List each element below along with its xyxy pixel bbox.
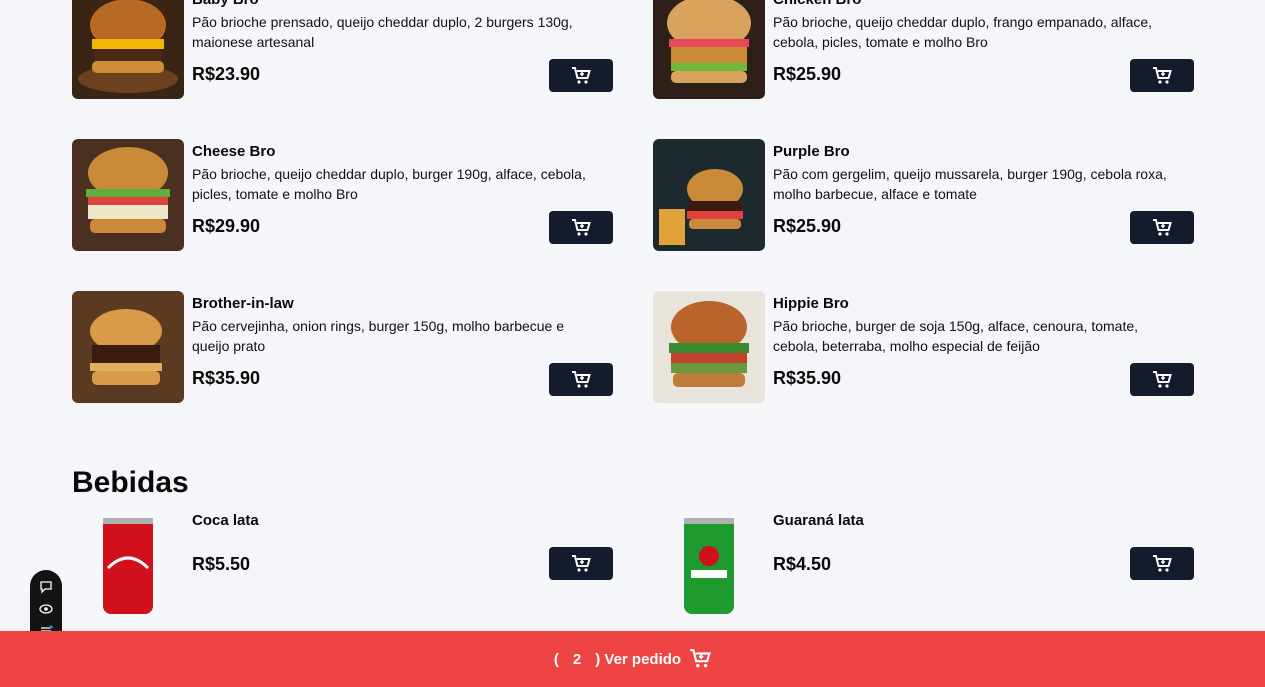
item-price: R$23.90: [192, 64, 261, 84]
menu-item: Coca lata R$5.50: [72, 508, 613, 618]
item-price: R$35.90: [192, 368, 261, 388]
burger-image: [653, 291, 765, 403]
menu-item: Guaraná lata R$4.50: [653, 508, 1194, 618]
item-name: Baby Bro: [192, 0, 259, 8]
item-name: Chicken Bro: [773, 0, 861, 8]
item-price: R$35.90: [773, 368, 842, 388]
add-to-cart-button[interactable]: [1130, 547, 1194, 580]
item-description: Pão brioche, queijo cheddar duplo, frang…: [773, 14, 1153, 50]
view-order-bar[interactable]: ( 2 ) Ver pedido: [0, 631, 1265, 687]
item-price: R$29.90: [192, 216, 261, 236]
order-open-paren: (: [553, 650, 559, 668]
menu-item: Purple Bro Pão com gergelim, queijo muss…: [653, 139, 1194, 251]
view-order-label: ) Ver pedido: [595, 650, 682, 668]
cart-icon: [572, 218, 591, 236]
cart-icon: [690, 649, 711, 668]
item-name: Brother-in-law: [192, 295, 294, 312]
item-price: R$4.50: [773, 554, 832, 574]
burger-image: [653, 0, 765, 99]
add-to-cart-button[interactable]: [1130, 363, 1194, 396]
item-name: Purple Bro: [773, 143, 850, 160]
burger-image: [72, 139, 184, 251]
add-to-cart-button[interactable]: [549, 59, 613, 92]
item-description: Pão brioche, queijo cheddar duplo, burge…: [192, 166, 586, 202]
cart-icon: [1153, 66, 1172, 84]
item-name: Cheese Bro: [192, 143, 276, 160]
cart-icon: [572, 370, 591, 388]
cart-icon: [1153, 218, 1172, 236]
item-price: R$25.90: [773, 64, 842, 84]
drink-image: [653, 508, 765, 620]
item-description: Pão brioche, burger de soja 150g, alface…: [773, 318, 1139, 354]
item-price: R$25.90: [773, 216, 842, 236]
add-to-cart-button[interactable]: [549, 363, 613, 396]
chat-icon[interactable]: [39, 580, 53, 594]
item-description: Pão brioche prensado, queijo cheddar dup…: [192, 14, 573, 50]
item-price: R$5.50: [192, 554, 251, 574]
add-to-cart-button[interactable]: [549, 547, 613, 580]
burger-image: [72, 0, 184, 99]
cart-icon: [1153, 370, 1172, 388]
cart-icon: [572, 554, 591, 572]
burger-image: [72, 291, 184, 403]
item-description: Pão cervejinha, onion rings, burger 150g…: [192, 318, 565, 354]
menu-item: Cheese Bro Pão brioche, queijo cheddar d…: [72, 139, 613, 251]
item-description: Pão com gergelim, queijo mussarela, burg…: [773, 166, 1167, 202]
menu-item: Brother-in-law Pão cervejinha, onion rin…: [72, 291, 613, 403]
item-name: Coca lata: [192, 512, 259, 529]
item-name: Guaraná lata: [773, 512, 864, 529]
drink-image: [72, 508, 184, 620]
section-title-bebidas: Bebidas: [72, 466, 189, 499]
menu-item: Hippie Bro Pão brioche, burger de soja 1…: [653, 291, 1194, 403]
item-name: Hippie Bro: [773, 295, 849, 312]
menu-item: Chicken Bro Pão brioche, queijo cheddar …: [653, 0, 1194, 99]
burger-image: [653, 139, 765, 251]
add-to-cart-button[interactable]: [549, 211, 613, 244]
order-count: 2: [572, 650, 582, 668]
eye-icon[interactable]: [39, 602, 53, 616]
cart-icon: [1153, 554, 1172, 572]
add-to-cart-button[interactable]: [1130, 211, 1194, 244]
add-to-cart-button[interactable]: [1130, 59, 1194, 92]
menu-item: Baby Bro Pão brioche prensado, queijo ch…: [72, 0, 613, 99]
cart-icon: [572, 66, 591, 84]
